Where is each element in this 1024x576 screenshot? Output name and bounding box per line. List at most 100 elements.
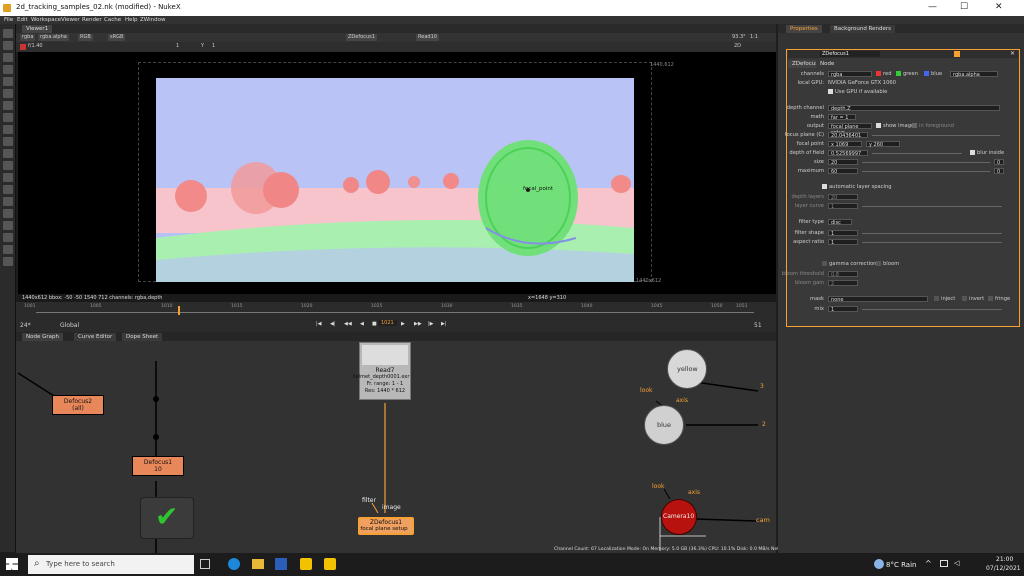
focal-point-x[interactable]: x 1069: [828, 141, 862, 148]
nuke-icon-2[interactable]: [324, 558, 336, 570]
maximum-slider[interactable]: [862, 171, 990, 172]
size-field[interactable]: 20: [828, 159, 858, 166]
gamma-value[interactable]: 1: [212, 43, 215, 50]
math-select[interactable]: far = 1: [828, 114, 856, 121]
use-gpu-checkbox[interactable]: Use GPU if available: [828, 89, 887, 96]
focus-plane-field[interactable]: 20.0436401: [828, 132, 868, 139]
dof-field[interactable]: 0.52569997: [828, 150, 868, 157]
metadata-tool-icon[interactable]: [3, 161, 13, 170]
furnace-tool-icon[interactable]: [3, 221, 13, 230]
fps-dropdown[interactable]: 24*: [20, 322, 31, 329]
volume-icon[interactable]: ◁: [954, 559, 959, 567]
node-color-icon[interactable]: [954, 51, 960, 57]
3d-tool-icon[interactable]: [3, 137, 13, 146]
menu-render[interactable]: Render: [82, 17, 102, 23]
ratio-readout[interactable]: 1:1: [750, 34, 758, 41]
views-tool-icon[interactable]: [3, 149, 13, 158]
merge-tool-icon[interactable]: [3, 113, 13, 122]
node-graph-canvas[interactable]: Defocus2 (all) Defocus1 10 ✔ Read7 helme…: [16, 341, 813, 553]
maximum-field[interactable]: 60: [828, 168, 858, 175]
rewind-button[interactable]: ◀◀: [344, 321, 352, 327]
clock-date[interactable]: 07/12/2021: [986, 565, 1021, 572]
bloom-checkbox[interactable]: bloom: [876, 261, 899, 268]
close-button[interactable]: ✕: [995, 2, 1003, 12]
filter-shape-field[interactable]: 1: [828, 230, 858, 237]
menu-file[interactable]: File: [4, 17, 13, 23]
play-button[interactable]: ▶: [401, 321, 405, 327]
size-slider[interactable]: [862, 162, 990, 163]
tab-curve-editor[interactable]: Curve Editor: [74, 333, 117, 341]
fstop-readout[interactable]: f/1.40: [28, 43, 43, 50]
nuke-icon-1[interactable]: [300, 558, 312, 570]
network-icon[interactable]: [940, 560, 948, 567]
image-tool-icon[interactable]: [3, 29, 13, 38]
mix-slider[interactable]: [862, 309, 1002, 310]
playhead[interactable]: [178, 306, 180, 315]
aspect-ratio-field[interactable]: 1: [828, 239, 858, 246]
node-blue[interactable]: blue: [644, 405, 684, 445]
focal-point-label[interactable]: focal_point: [523, 186, 553, 192]
stop-button[interactable]: ■: [372, 321, 377, 327]
record-icon[interactable]: [20, 44, 26, 50]
node-name-field[interactable]: ZDefocus1: [820, 51, 880, 57]
depth-channel-select[interactable]: depth.Z: [828, 105, 1000, 112]
prev-key-button[interactable]: ◀|: [330, 321, 336, 327]
menu-workspace[interactable]: Workspace: [31, 17, 61, 23]
filter-tool-icon[interactable]: [3, 89, 13, 98]
timeline-track[interactable]: [36, 312, 754, 313]
word-icon[interactable]: [275, 558, 287, 570]
invert-checkbox[interactable]: invert: [962, 296, 984, 303]
tab-background-renders[interactable]: Background Renders: [830, 25, 896, 33]
colorspace-dropdown[interactable]: RGB: [78, 34, 93, 41]
blur-inside-checkbox[interactable]: blur inside: [970, 150, 1004, 157]
red-checkbox[interactable]: red: [876, 71, 892, 78]
extra-tool-icon[interactable]: [3, 257, 13, 266]
menu-viewer[interactable]: Viewer: [61, 17, 80, 23]
maximize-button[interactable]: ☐: [960, 2, 968, 12]
close-panel-icon[interactable]: ✕: [1010, 50, 1015, 57]
gain-value[interactable]: 1: [176, 43, 179, 50]
ofx-tool-icon[interactable]: [3, 233, 13, 242]
auto-layer-checkbox[interactable]: automatic layer spacing: [822, 184, 892, 191]
layer-dropdown[interactable]: rgba.alpha: [38, 34, 69, 41]
tab-properties[interactable]: Properties: [786, 25, 822, 33]
focus-plane-slider[interactable]: [872, 135, 1000, 136]
deep-tool-icon[interactable]: [3, 185, 13, 194]
focal-point-y[interactable]: y 260: [866, 141, 900, 148]
clock-time[interactable]: 21:00: [996, 556, 1013, 563]
viewer-image[interactable]: focal_point: [156, 78, 634, 282]
lut-dropdown[interactable]: sRGB: [108, 34, 126, 41]
go-start-button[interactable]: |◀: [316, 321, 322, 327]
node-yellow[interactable]: yellow: [667, 349, 707, 389]
filter-shape-slider[interactable]: [862, 233, 1002, 234]
node-defocus1[interactable]: Defocus1 10: [132, 456, 184, 476]
plugin-tool-icon[interactable]: [3, 245, 13, 254]
next-key-button[interactable]: |▶: [428, 321, 434, 327]
color-tool-icon[interactable]: [3, 77, 13, 86]
show-image-checkbox[interactable]: show image: [876, 123, 914, 130]
weather-text[interactable]: 8°C Rain: [886, 561, 916, 569]
range-mode-dropdown[interactable]: Global: [60, 322, 79, 329]
blue-checkbox[interactable]: blue: [924, 71, 942, 78]
viewer-canvas[interactable]: 1440,612 focal_point 1440x612: [18, 52, 776, 294]
time-tool-icon[interactable]: [3, 53, 13, 62]
bloom-gain-field[interactable]: 2: [828, 280, 858, 287]
menu-help[interactable]: Help: [125, 17, 138, 23]
node-zdefocus1[interactable]: ZDefocus1 focal plane setup: [358, 517, 414, 535]
tray-chevron-icon[interactable]: ^: [925, 559, 932, 568]
tab-viewer1[interactable]: Viewer1: [22, 25, 53, 33]
filter-type-select[interactable]: disc: [828, 219, 852, 226]
menu-cache[interactable]: Cache: [104, 17, 121, 23]
tab-node[interactable]: Node: [816, 60, 839, 68]
menu-edit[interactable]: Edit: [17, 17, 28, 23]
channels-select[interactable]: rgba: [828, 71, 872, 78]
task-view-icon[interactable]: [200, 559, 210, 569]
windows-start-icon[interactable]: [6, 558, 18, 570]
edge-browser-icon[interactable]: [228, 558, 240, 570]
minimize-button[interactable]: —: [928, 2, 937, 12]
node-defocus2[interactable]: Defocus2 (all): [52, 395, 104, 415]
play-back-button[interactable]: ◀: [360, 321, 364, 327]
keyer-tool-icon[interactable]: [3, 101, 13, 110]
go-end-button[interactable]: ▶|: [441, 321, 447, 327]
bloom-threshold-field[interactable]: 0.8: [828, 271, 858, 278]
